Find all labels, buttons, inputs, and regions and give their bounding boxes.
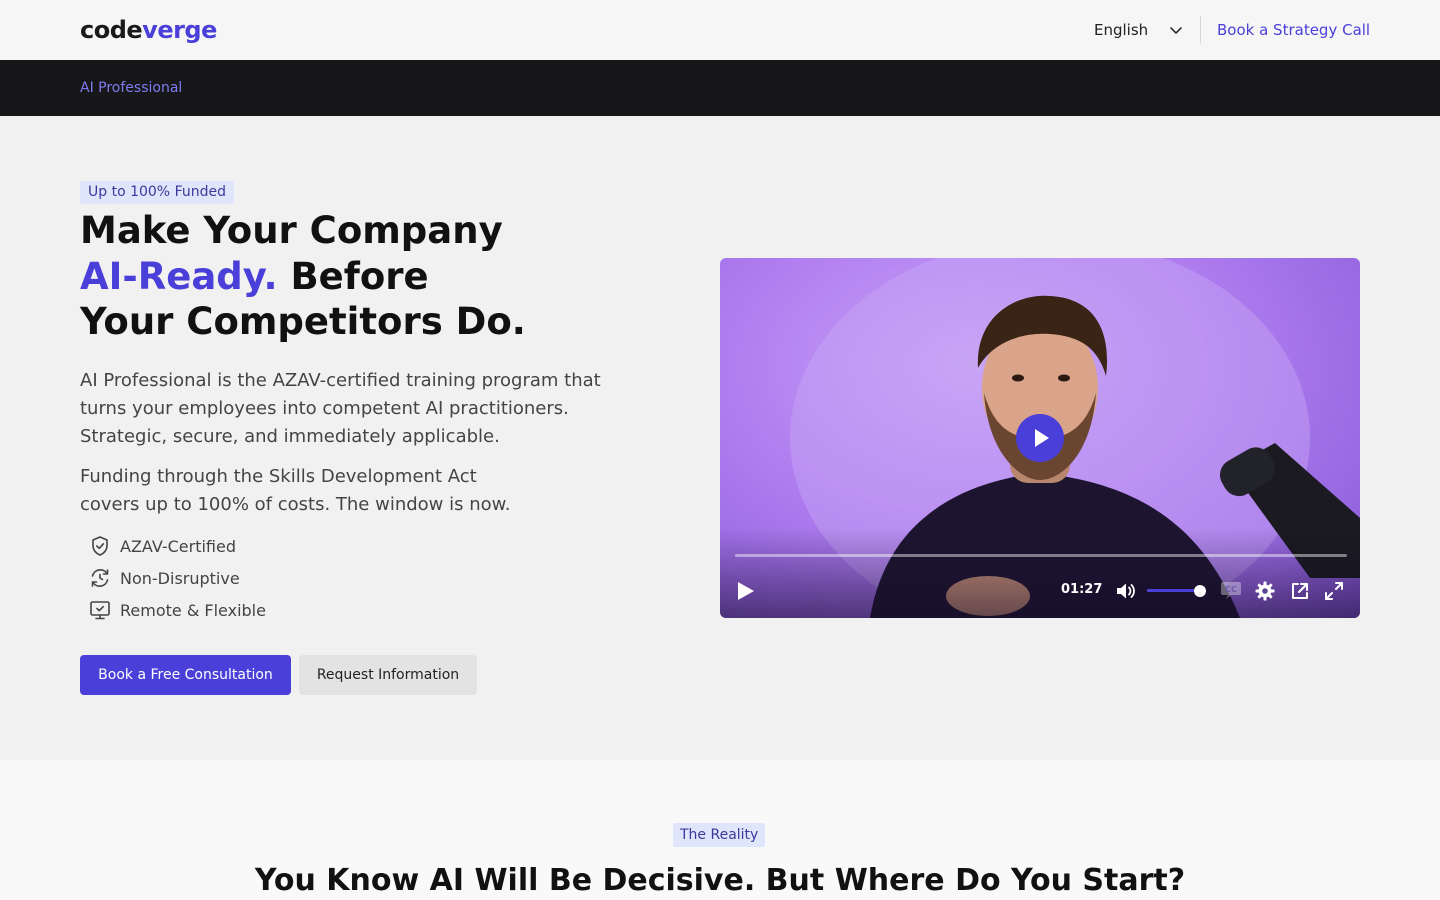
section-title: You Know AI Will Be Decisive. But Where … bbox=[254, 863, 1186, 898]
chevron-down-icon[interactable] bbox=[1168, 22, 1184, 38]
feature-item: Non-Disruptive bbox=[88, 566, 240, 590]
shield-check-icon bbox=[92, 536, 108, 556]
video-controls-overlay bbox=[720, 528, 1360, 618]
section-badge: The Reality bbox=[673, 823, 766, 847]
feature-item: Remote & Flexible bbox=[88, 598, 266, 622]
video-time: 01:27 bbox=[1061, 582, 1103, 597]
hero-description: AI Professional is the AZAV-certified tr… bbox=[80, 370, 601, 447]
video-progress-bar[interactable] bbox=[735, 554, 1347, 557]
hero-title-line-2-rest: Before bbox=[277, 254, 429, 298]
feature-label: AZAV-Certified bbox=[120, 536, 236, 556]
volume-slider[interactable] bbox=[1147, 589, 1201, 592]
monitor-check-icon bbox=[90, 601, 110, 620]
hero-title: Make Your Company AI-Ready. Before Your … bbox=[80, 208, 680, 345]
book-free-consultation-button[interactable]: Book a Free Consultation bbox=[80, 655, 291, 695]
funding-badge: Up to 100% Funded bbox=[80, 181, 234, 204]
hero-title-line-3: Your Competitors Do. bbox=[80, 300, 526, 343]
header-divider bbox=[1200, 16, 1201, 44]
feature-label: Remote & Flexible bbox=[120, 600, 266, 620]
fullscreen-icon[interactable] bbox=[1324, 581, 1344, 601]
logo-part-2: verge bbox=[142, 16, 217, 44]
video-player[interactable]: 01:27 CC bbox=[720, 258, 1360, 618]
svg-text:CC: CC bbox=[1225, 585, 1237, 594]
hero-title-line-1: Make Your Company bbox=[80, 209, 503, 252]
volume-slider-fill bbox=[1147, 589, 1201, 592]
request-information-button[interactable]: Request Information bbox=[299, 655, 477, 695]
sub-navigation: AI Professional bbox=[0, 60, 1440, 116]
site-header: codeverge English Book a Strategy Call bbox=[0, 0, 1440, 60]
hero-title-accent: AI-Ready. bbox=[80, 254, 278, 298]
feature-item: AZAV-Certified bbox=[88, 534, 236, 558]
book-strategy-call-link[interactable]: Book a Strategy Call bbox=[1217, 20, 1370, 40]
feature-label: Non-Disruptive bbox=[120, 568, 240, 588]
captions-icon[interactable]: CC bbox=[1220, 580, 1242, 600]
hero-funding-text: Funding through the Skills Development A… bbox=[80, 466, 511, 515]
play-icon[interactable] bbox=[736, 580, 756, 602]
volume-slider-handle[interactable] bbox=[1194, 585, 1206, 597]
settings-icon[interactable] bbox=[1255, 581, 1275, 601]
subnav-item-ai-professional[interactable]: AI Professional bbox=[80, 79, 182, 97]
logo[interactable]: codeverge bbox=[80, 14, 217, 46]
play-icon[interactable] bbox=[1016, 414, 1064, 462]
volume-icon[interactable] bbox=[1116, 582, 1136, 600]
refresh-clock-icon bbox=[91, 569, 109, 587]
logo-part-1: code bbox=[80, 16, 143, 44]
language-selector[interactable]: English bbox=[1094, 20, 1148, 40]
pip-icon[interactable] bbox=[1290, 581, 1310, 601]
